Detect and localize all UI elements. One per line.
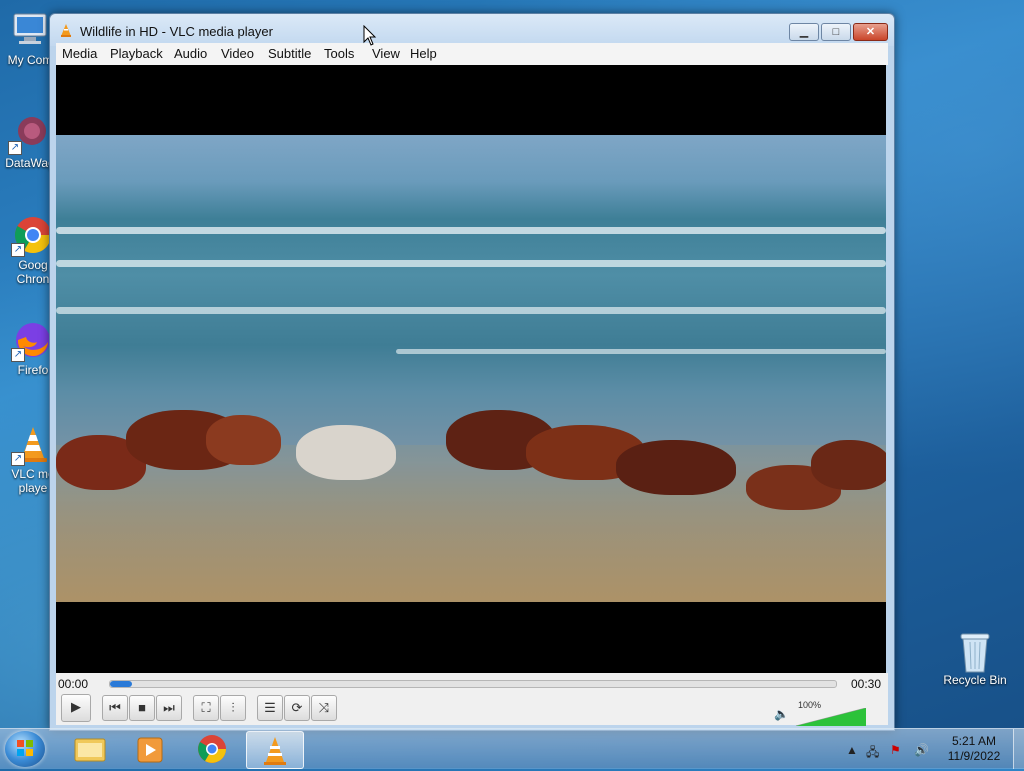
- show-desktop-button[interactable]: [1013, 729, 1024, 769]
- video-horse: [296, 425, 396, 480]
- minimize-button[interactable]: ▁: [789, 23, 819, 41]
- seek-progress: [110, 681, 132, 687]
- recycle-bin-icon: [955, 630, 995, 673]
- loop-icon: ⟳: [291, 700, 303, 715]
- stop-icon: ■: [138, 700, 146, 715]
- menu-tools[interactable]: Tools: [321, 46, 357, 61]
- video-horse: [206, 415, 281, 465]
- stop-button[interactable]: ■: [129, 695, 155, 721]
- play-icon: ▶: [71, 699, 81, 714]
- show-hidden-icons[interactable]: ▲: [846, 743, 858, 757]
- menu-help[interactable]: Help: [407, 46, 440, 61]
- mouse-cursor-icon: [363, 25, 377, 46]
- fullscreen-icon: ⛶: [201, 700, 211, 715]
- start-button[interactable]: [5, 731, 45, 767]
- menu-video[interactable]: Video: [218, 46, 257, 61]
- network-icon[interactable]: 🖧: [866, 743, 879, 764]
- menu-media[interactable]: Media: [59, 46, 100, 61]
- close-icon: ✕: [865, 26, 876, 38]
- video-frame: [56, 135, 886, 602]
- menu-subtitle[interactable]: Subtitle: [265, 46, 314, 61]
- firefox-icon: ↗: [11, 320, 53, 362]
- taskbar: ▲ 🖧 ⚑ 🔊 5:21 AM 11/9/2022: [0, 728, 1024, 769]
- desktop-icon-recycle-bin[interactable]: Recycle Bin: [939, 630, 1011, 687]
- menu-audio[interactable]: Audio: [171, 46, 210, 61]
- system-clock[interactable]: 5:21 AM 11/9/2022: [940, 734, 1008, 764]
- playback-controls: 00:00 00:30 ▶ ⏮ ■ ⏭ ⛶ ⫶ ☰ ⟳ ⤨ 🔈 100%: [56, 673, 888, 726]
- video-horse: [811, 440, 886, 490]
- shuffle-icon: ⤨: [318, 700, 330, 715]
- speaker-icon[interactable]: 🔈: [774, 707, 789, 721]
- action-center-icon[interactable]: ⚑: [890, 743, 901, 757]
- playlist-button[interactable]: ☰: [257, 695, 283, 721]
- computer-icon: [10, 10, 50, 50]
- maximize-button[interactable]: □: [821, 23, 851, 41]
- next-button[interactable]: ⏭: [156, 695, 182, 721]
- taskbar-explorer[interactable]: [62, 731, 118, 767]
- previous-button[interactable]: ⏮: [102, 695, 128, 721]
- next-icon: ⏭: [163, 700, 175, 715]
- playlist-icon: ☰: [264, 700, 276, 715]
- time-total: 00:30: [851, 677, 882, 691]
- time-elapsed: 00:00: [58, 677, 89, 691]
- previous-icon: ⏮: [109, 700, 121, 715]
- equalizer-icon: ⫶: [231, 700, 235, 715]
- chrome-icon: [198, 735, 226, 763]
- taskbar-vlc[interactable]: [246, 731, 304, 769]
- video-wave: [56, 307, 886, 314]
- video-wave: [56, 260, 886, 267]
- shortcut-arrow-icon: ↗: [11, 243, 25, 257]
- clock-time: 5:21 AM: [951, 734, 997, 748]
- chrome-icon: ↗: [11, 215, 53, 257]
- datawag-icon: ↗: [8, 113, 50, 155]
- menu-view[interactable]: View: [369, 46, 403, 61]
- video-horse: [616, 440, 736, 495]
- vlc-icon: ↗: [11, 424, 53, 466]
- window-title: Wildlife in HD - VLC media player: [80, 24, 273, 39]
- menu-bar: Media Playback Audio Video Subtitle Tool…: [56, 43, 888, 65]
- shortcut-arrow-icon: ↗: [11, 348, 25, 362]
- video-area[interactable]: [56, 65, 886, 673]
- clock-date: 11/9/2022: [947, 749, 1001, 763]
- shortcut-arrow-icon: ↗: [11, 452, 25, 466]
- play-button[interactable]: ▶: [61, 694, 91, 722]
- shortcut-arrow-icon: ↗: [8, 141, 22, 155]
- extended-settings-button[interactable]: ⫶: [220, 695, 246, 721]
- video-wave: [396, 349, 886, 354]
- maximize-icon: □: [832, 26, 840, 38]
- vlc-icon: [59, 23, 73, 37]
- taskbar-media-player[interactable]: [122, 731, 178, 767]
- media-player-icon: [137, 737, 163, 763]
- volume-slider[interactable]: [796, 708, 866, 726]
- taskbar-chrome[interactable]: [184, 731, 240, 767]
- vlc-icon: [264, 737, 286, 765]
- windows-logo-icon: [17, 740, 33, 756]
- shuffle-button[interactable]: ⤨: [311, 695, 337, 721]
- volume-tray-icon[interactable]: 🔊: [914, 743, 929, 757]
- fullscreen-button[interactable]: ⛶: [193, 695, 219, 721]
- video-wave: [56, 227, 886, 234]
- seek-bar[interactable]: [109, 680, 837, 688]
- desktop-icon-label: Recycle Bin: [943, 673, 1007, 687]
- close-button[interactable]: ✕: [853, 23, 888, 41]
- minimize-icon: ▁: [799, 26, 809, 38]
- vlc-window: Wildlife in HD - VLC media player ▁ □ ✕ …: [49, 13, 895, 731]
- menu-playback[interactable]: Playback: [107, 46, 166, 61]
- windows-explorer-icon: [74, 738, 106, 762]
- loop-button[interactable]: ⟳: [284, 695, 310, 721]
- title-bar[interactable]: Wildlife in HD - VLC media player ▁ □ ✕: [50, 14, 894, 46]
